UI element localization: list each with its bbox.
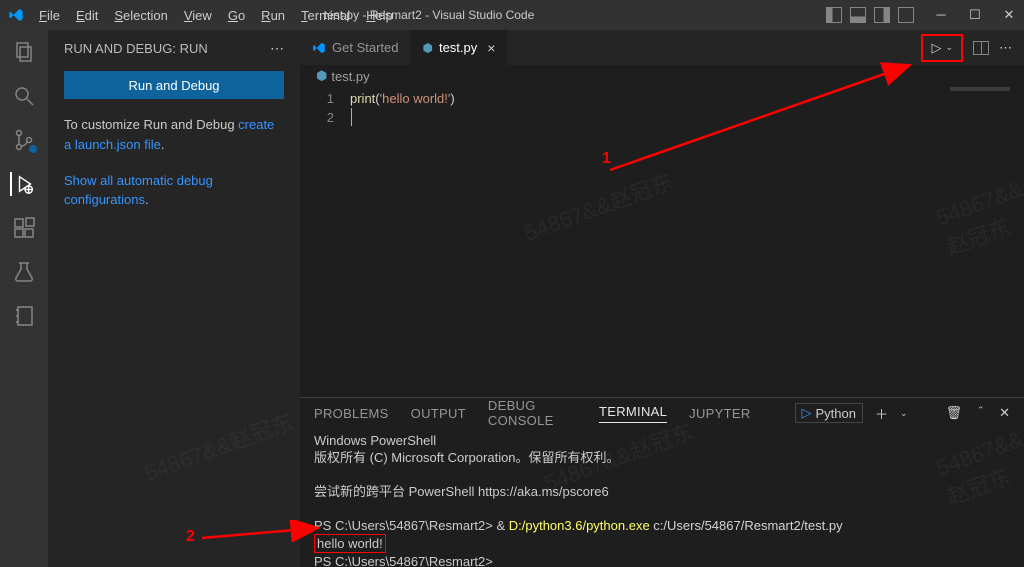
annotation-number-2: 2 xyxy=(186,528,195,546)
menu-terminal[interactable]: Terminal xyxy=(294,6,357,10)
run-file-highlight-box: ▷ ⌄ xyxy=(921,34,963,62)
terminal-content[interactable]: Windows PowerShell版权所有 (C) Microsoft Cor… xyxy=(300,428,1024,567)
split-editor-icon[interactable] xyxy=(973,41,989,55)
panel-tab-output[interactable]: Output xyxy=(411,406,466,421)
tab-actions: ▷ ⌄ ⋯ xyxy=(921,30,1024,65)
terminal-line: 尝试新的跨平台 PowerShell https://aka.ms/pscore… xyxy=(314,483,1010,500)
panel-tab-terminal[interactable]: Terminal xyxy=(599,404,667,423)
testing-icon[interactable] xyxy=(12,260,36,284)
menu-view[interactable]: View xyxy=(177,6,219,10)
editor-tabs: Get Started ⬢ test.py × ▷ ⌄ ⋯ xyxy=(300,30,1024,65)
panel-tab-debug-console[interactable]: Debug Console xyxy=(488,398,577,428)
run-file-button[interactable]: ▷ xyxy=(931,40,941,56)
vscode-logo-icon xyxy=(8,7,24,23)
sidebar-customize-text: To customize Run and Debug create a laun… xyxy=(64,115,284,155)
close-button[interactable]: ✕ xyxy=(1002,7,1016,23)
tab-testpy-label: test.py xyxy=(439,40,477,55)
run-and-debug-button[interactable]: Run and Debug xyxy=(64,71,284,99)
panel: Problems Output Debug Console Terminal J… xyxy=(300,397,1024,567)
code-content[interactable]: print('hello world!') xyxy=(350,89,1024,397)
activitybar xyxy=(0,30,48,567)
terminal-line: PS C:\Users\54867\Resmart2> & D:/python3… xyxy=(314,517,1010,534)
panel-tab-problems[interactable]: Problems xyxy=(314,406,389,421)
annotation-number-1: 1 xyxy=(602,150,611,168)
tab-more-icon[interactable]: ⋯ xyxy=(999,40,1012,56)
panel-actions: ▷Python ＋ ⌄ 🗑 ＾ ✕ xyxy=(795,403,1010,423)
sidebar-title: RUN AND DEBUG: RUN ⋯ xyxy=(64,40,284,57)
tab-get-started-label: Get Started xyxy=(332,40,398,55)
menu-selection[interactable]: Selection xyxy=(107,6,174,10)
prompt: PS C:\Users\54867\Resmart2> xyxy=(314,518,496,533)
terminal-output-line: hello world! xyxy=(314,534,1010,553)
run-debug-icon[interactable] xyxy=(10,172,36,196)
line-gutter: 1 2 xyxy=(300,89,350,397)
line-number: 1 xyxy=(300,89,334,108)
panel-close-icon[interactable]: ✕ xyxy=(999,405,1010,421)
titlebar: File Edit Selection View Go Run Terminal… xyxy=(0,0,1024,30)
layout-sidebar-right-icon[interactable] xyxy=(874,7,890,23)
cmd-amp: & xyxy=(496,518,508,533)
layout-sidebar-left-icon[interactable] xyxy=(826,7,842,23)
menu-go[interactable]: Go xyxy=(221,6,252,10)
terminal-line xyxy=(314,500,1010,517)
explorer-icon[interactable] xyxy=(12,40,36,64)
period2: . xyxy=(145,192,149,207)
sidebar-more-icon[interactable]: ⋯ xyxy=(270,40,284,57)
tab-testpy[interactable]: ⬢ test.py × xyxy=(410,30,507,65)
tab-get-started[interactable]: Get Started xyxy=(300,30,410,65)
cmd-arg: c:/Users/54867/Resmart2/test.py xyxy=(650,518,843,533)
show-all-configs-link[interactable]: Show all automatic debug configurations xyxy=(64,173,213,208)
token-paren: ) xyxy=(450,91,454,106)
search-icon[interactable] xyxy=(12,84,36,108)
notebook-icon[interactable] xyxy=(12,304,36,328)
breadcrumb[interactable]: ⬢ test.py xyxy=(300,65,1024,87)
cursor-line xyxy=(351,108,1024,126)
terminal-shell-picker[interactable]: ▷Python xyxy=(795,403,863,423)
prompt: PS C:\Users\54867\Resmart2> xyxy=(314,554,496,567)
extensions-icon[interactable] xyxy=(12,216,36,240)
code-editor[interactable]: 1 2 print('hello world!') xyxy=(300,87,1024,397)
token-string: 'hello world!' xyxy=(380,91,451,106)
cmd-exe: D:/python3.6/python.exe xyxy=(509,518,650,533)
maximize-button[interactable]: ☐ xyxy=(968,7,982,23)
token-function: print xyxy=(350,91,375,106)
shell-label: Python xyxy=(816,406,856,421)
minimize-button[interactable]: ─ xyxy=(934,7,948,23)
run-file-chevron-icon[interactable]: ⌄ xyxy=(945,42,953,53)
kill-terminal-icon[interactable]: 🗑 xyxy=(946,405,963,421)
python-file-icon: ⬢ xyxy=(422,41,432,55)
menu-help[interactable]: Help xyxy=(359,6,400,10)
sidebar-showall-text: Show all automatic debug configurations. xyxy=(64,171,284,211)
tab-close-icon[interactable]: × xyxy=(487,40,495,56)
minimap[interactable] xyxy=(950,87,1010,91)
layout-controls xyxy=(826,7,914,23)
sidebar: RUN AND DEBUG: RUN ⋯ Run and Debug To cu… xyxy=(48,30,300,567)
output-highlight-box: hello world! xyxy=(314,534,386,553)
layout-customize-icon[interactable] xyxy=(898,7,914,23)
terminal-line: Windows PowerShell xyxy=(314,432,1010,449)
terminal-line: 版权所有 (C) Microsoft Corporation。保留所有权利。 xyxy=(314,449,1010,466)
panel-tabs: Problems Output Debug Console Terminal J… xyxy=(300,398,1024,428)
source-control-icon[interactable] xyxy=(12,128,36,152)
menu-file[interactable]: File xyxy=(32,6,67,10)
terminal-chevron-icon[interactable]: ⌄ xyxy=(900,408,908,419)
new-terminal-button[interactable]: ＋ xyxy=(875,404,888,423)
menu-edit[interactable]: Edit xyxy=(69,6,105,10)
line-number: 2 xyxy=(300,108,334,127)
vscode-icon xyxy=(312,41,326,55)
period: . xyxy=(161,137,165,152)
editor-area: Get Started ⬢ test.py × ▷ ⌄ ⋯ ⬢ test.py xyxy=(300,30,1024,567)
customize-pre: To customize Run and Debug xyxy=(64,117,238,132)
sidebar-title-text: RUN AND DEBUG: RUN xyxy=(64,41,208,56)
terminal-line xyxy=(314,466,1010,483)
layout-panel-icon[interactable] xyxy=(850,7,866,23)
python-file-icon: ⬢ xyxy=(316,68,327,84)
split-terminal-icon[interactable] xyxy=(920,407,934,419)
menu-run[interactable]: Run xyxy=(254,6,292,10)
breadcrumb-file: test.py xyxy=(331,69,369,84)
window-controls: ─ ☐ ✕ xyxy=(934,7,1016,23)
panel-maximize-icon[interactable]: ＾ xyxy=(974,404,987,423)
terminal-line: PS C:\Users\54867\Resmart2> xyxy=(314,553,1010,567)
panel-tab-jupyter[interactable]: Jupyter xyxy=(689,406,750,421)
